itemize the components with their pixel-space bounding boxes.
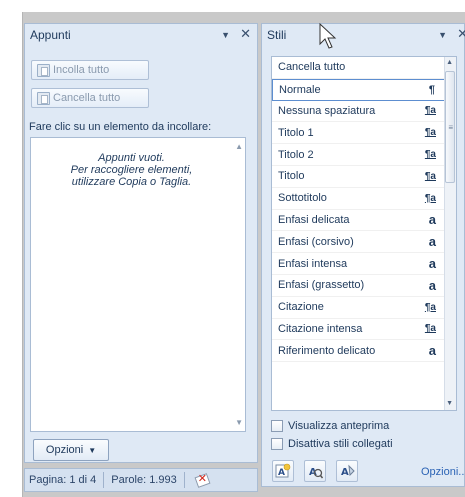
style-item-label: Citazione xyxy=(278,301,324,314)
pane-menu-dropdown-icon[interactable]: ▼ xyxy=(438,30,447,40)
scroll-down-icon[interactable]: ▼ xyxy=(235,418,243,427)
new-style-button[interactable]: A xyxy=(272,460,294,482)
paste-all-label: Incolla tutto xyxy=(53,64,110,76)
style-item[interactable]: Enfasi (corsivo) a xyxy=(272,231,456,254)
clipboard-instruction: Fare clic su un elemento da incollare: xyxy=(29,121,212,133)
style-item[interactable]: Enfasi delicata a xyxy=(272,210,456,232)
style-item-label: Cancella tutto xyxy=(278,61,346,74)
empty-line-3: utilizzare Copia o Taglia. xyxy=(71,176,192,188)
new-style-icon: A xyxy=(275,463,291,478)
svg-text:A: A xyxy=(278,468,285,478)
clipboard-options-button[interactable]: Opzioni ▼ xyxy=(33,439,109,461)
style-item-label: Enfasi intensa xyxy=(278,257,348,270)
scroll-up-icon[interactable]: ▲ xyxy=(235,142,243,151)
linked-style-icon: ¶a xyxy=(424,105,436,117)
status-divider xyxy=(103,472,105,488)
character-style-icon: a xyxy=(428,234,436,250)
character-style-icon: a xyxy=(428,212,436,228)
style-item-label: Enfasi (grassetto) xyxy=(278,279,365,292)
top-margin xyxy=(0,0,465,12)
styles-options-link[interactable]: Opzioni... xyxy=(421,466,465,478)
style-item[interactable]: Nessuna spaziatura ¶a xyxy=(272,101,456,123)
style-item[interactable]: Titolo 2 ¶a xyxy=(272,144,456,166)
manage-styles-button[interactable]: A xyxy=(336,460,358,482)
clipboard-pane-header: Appunti ▼ ✕ xyxy=(25,24,257,46)
character-style-icon: a xyxy=(428,343,436,359)
style-inspector-button[interactable]: A xyxy=(304,460,326,482)
scroll-down-icon[interactable]: ▼ xyxy=(446,400,453,407)
scroll-up-icon[interactable]: ▲ xyxy=(446,59,453,66)
status-divider xyxy=(183,472,185,488)
disable-linked-label: Disattiva stili collegati xyxy=(288,438,393,450)
character-style-icon: a xyxy=(428,277,436,293)
svg-text:A: A xyxy=(341,467,349,478)
styles-scrollbar[interactable]: ▲ ≡ ▼ xyxy=(444,57,456,410)
clipboard-pane: Appunti ▼ ✕ Incolla tutto Cancella tutto… xyxy=(24,23,258,463)
styles-pane-header: Stili ▼ ✕ xyxy=(262,24,465,46)
linked-style-icon: ¶a xyxy=(424,192,436,204)
clipboard-pane-title: Appunti xyxy=(30,28,71,42)
disable-linked-checkbox[interactable] xyxy=(271,438,283,450)
style-item-label: Titolo 2 xyxy=(278,148,314,161)
style-inspector-icon: A xyxy=(309,467,323,479)
empty-line-1: Appunti vuoti. xyxy=(98,152,165,164)
style-item-label: Citazione intensa xyxy=(278,322,363,335)
scrollbar-grip-icon: ≡ xyxy=(448,123,453,132)
linked-style-icon: ¶a xyxy=(424,127,436,139)
disable-linked-option[interactable]: Disattiva stili collegati xyxy=(271,438,393,450)
style-item-label: Titolo 1 xyxy=(278,126,314,139)
chevron-down-icon: ▼ xyxy=(88,445,97,455)
linked-style-icon: ¶a xyxy=(424,170,436,182)
style-item[interactable]: Normale ¶ xyxy=(272,78,456,101)
mouse-pointer-icon xyxy=(319,23,337,49)
close-icon[interactable]: ✕ xyxy=(240,27,251,40)
clipboard-empty-message: Appunti vuoti. Per raccogliere elementi,… xyxy=(39,152,224,188)
proofing-errors-icon[interactable] xyxy=(194,472,210,487)
styles-pane: Stili ▼ ✕ Cancella tutto Normale ¶ Nessuna … xyxy=(261,23,465,487)
style-item[interactable]: Enfasi (grassetto) a xyxy=(272,275,456,297)
clipboard-items-list[interactable]: Appunti vuoti. Per raccogliere elementi,… xyxy=(30,137,246,432)
style-item[interactable]: Riferimento delicato a xyxy=(272,340,456,363)
style-item-label: Titolo xyxy=(278,170,305,183)
show-preview-checkbox[interactable] xyxy=(271,420,283,432)
style-item-label: Sottotitolo xyxy=(278,192,327,205)
word-count[interactable]: Parole: 1.993 xyxy=(111,474,176,486)
character-style-icon: a xyxy=(428,256,436,272)
linked-style-icon: ¶a xyxy=(424,301,436,313)
pane-menu-dropdown-icon[interactable]: ▼ xyxy=(221,30,230,40)
linked-style-icon: ¶a xyxy=(424,323,436,335)
style-item[interactable]: Enfasi intensa a xyxy=(272,253,456,275)
style-item-label: Enfasi delicata xyxy=(278,213,350,226)
empty-line-2: Per raccogliere elementi, xyxy=(70,164,193,176)
clipboard-options-label: Opzioni xyxy=(45,444,84,456)
style-item[interactable]: Titolo ¶a xyxy=(272,166,456,188)
paste-all-button[interactable]: Incolla tutto xyxy=(31,60,149,80)
style-item[interactable]: Citazione ¶a xyxy=(272,297,456,319)
manage-styles-icon: A xyxy=(341,464,355,478)
style-item-label: Enfasi (corsivo) xyxy=(278,235,354,248)
style-item[interactable]: Titolo 1 ¶a xyxy=(272,122,456,145)
clear-all-label: Cancella tutto xyxy=(53,92,121,104)
page-count[interactable]: Pagina: 1 di 4 xyxy=(25,474,96,486)
styles-pane-title: Stili xyxy=(267,28,287,42)
style-item-label: Nessuna spaziatura xyxy=(278,104,376,117)
linked-style-icon: ¶a xyxy=(424,149,436,161)
clear-icon xyxy=(37,91,50,105)
style-item-label: Normale xyxy=(279,83,321,96)
style-item[interactable]: Citazione intensa ¶a xyxy=(272,319,456,341)
style-item[interactable]: Sottotitolo ¶a xyxy=(272,188,456,210)
close-icon[interactable]: ✕ xyxy=(457,27,465,40)
clear-all-button[interactable]: Cancella tutto xyxy=(31,88,149,108)
status-bar: Pagina: 1 di 4 Parole: 1.993 xyxy=(24,468,258,492)
show-preview-label: Visualizza anteprima xyxy=(288,420,390,432)
styles-list[interactable]: Cancella tutto Normale ¶ Nessuna spaziatura… xyxy=(271,56,457,411)
paragraph-style-icon: ¶ xyxy=(428,83,435,96)
show-preview-option[interactable]: Visualizza anteprima xyxy=(271,420,389,432)
paste-icon xyxy=(37,63,50,77)
style-item[interactable]: Cancella tutto xyxy=(272,57,456,79)
style-item-label: Riferimento delicato xyxy=(278,344,376,357)
